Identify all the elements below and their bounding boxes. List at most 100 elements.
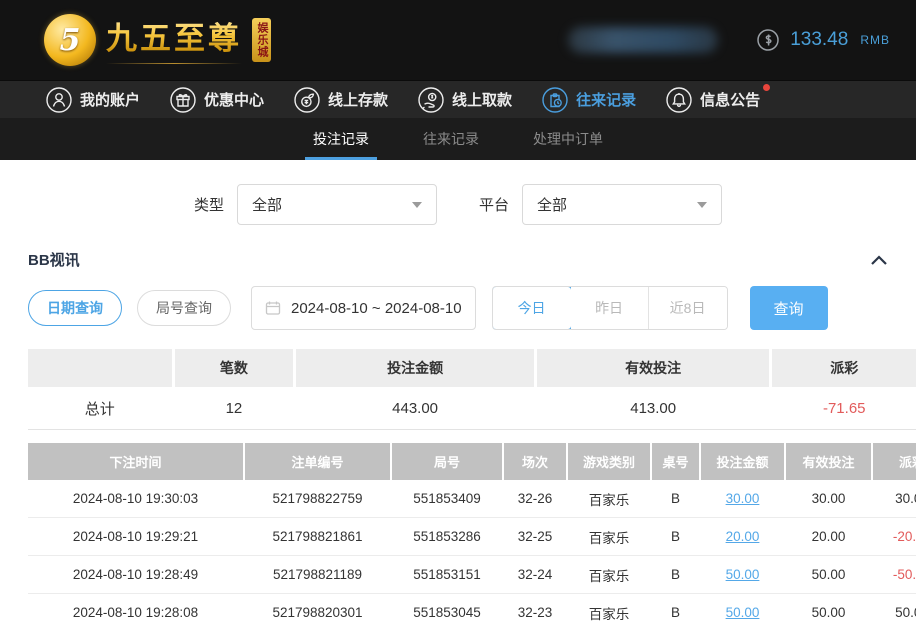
nav-label: 往来记录 [576, 89, 636, 110]
col-bet-time: 下注时间 [28, 443, 243, 480]
sub-tab-bar: 投注记录 往来记录 处理中订单 [0, 118, 916, 160]
type-select[interactable]: 全部 [237, 184, 437, 225]
calendar-icon [265, 300, 281, 316]
section-title: BB视讯 [28, 249, 80, 270]
deposit-icon [294, 87, 320, 113]
cell-order-no: 521798821189 [245, 556, 390, 593]
col-session: 场次 [504, 443, 566, 480]
nav-label: 我的账户 [80, 89, 140, 110]
brand-logo[interactable]: 5 九五至尊 娱乐城 [44, 13, 297, 68]
account-area: 133.48 RMB [568, 27, 890, 53]
records-icon [542, 87, 568, 113]
cell-payout: 50.00 [873, 594, 916, 631]
nav-item-announcements[interactable]: 信息公告 [666, 87, 760, 113]
cell-order-no: 521798821861 [245, 518, 390, 555]
chevron-up-icon[interactable] [870, 254, 888, 266]
date-query-tab[interactable]: 日期查询 [28, 290, 122, 326]
col-bet-amount: 投注金额 [701, 443, 784, 480]
summary-bet-amount: 443.00 [296, 387, 534, 429]
summary-header-payout: 派彩 [772, 349, 916, 387]
cell-payout: -50.00 [873, 556, 916, 593]
balance-amount: 133.48 [790, 29, 848, 51]
nav-item-online-deposit[interactable]: 线上存款 [294, 87, 388, 113]
cell-session: 32-25 [504, 518, 566, 555]
withdraw-icon [418, 87, 444, 113]
brand-badge: 娱乐城 [252, 18, 271, 62]
cell-round-no: 551853286 [392, 518, 502, 555]
nav-item-promotions[interactable]: 优惠中心 [170, 87, 264, 113]
table-row: 2024-08-10 19:28:08 521798820301 5518530… [28, 594, 916, 631]
col-order-no: 注单编号 [245, 443, 390, 480]
table-row: 2024-08-10 19:29:21 521798821861 5518532… [28, 518, 916, 556]
cell-game-type: 百家乐 [568, 556, 650, 593]
filter-row: 类型 全部 平台 全部 [0, 160, 916, 225]
cell-order-no: 521798820301 [245, 594, 390, 631]
content-area: 类型 全部 平台 全部 BB视讯 日期查询 局号查询 2024 [0, 160, 916, 631]
tab-bet-records[interactable]: 投注记录 [311, 118, 371, 160]
cell-round-no: 551853151 [392, 556, 502, 593]
yesterday-button[interactable]: 昨日 [571, 287, 649, 329]
col-table-no: 桌号 [652, 443, 699, 480]
summary-total-row: 总计 12 443.00 413.00 -71.65 [28, 387, 916, 430]
bet-amount-link[interactable]: 20.00 [701, 518, 784, 555]
cell-bet-time: 2024-08-10 19:28:08 [28, 594, 243, 631]
platform-select[interactable]: 全部 [522, 184, 722, 225]
bet-amount-link[interactable]: 30.00 [701, 480, 784, 517]
type-filter-label: 类型 [194, 194, 224, 215]
table-row: 2024-08-10 19:30:03 521798822759 5518534… [28, 480, 916, 518]
round-query-tab[interactable]: 局号查询 [137, 290, 231, 326]
last-8-days-button[interactable]: 近8日 [649, 287, 727, 329]
platform-filter-label: 平台 [479, 194, 509, 215]
cell-game-type: 百家乐 [568, 480, 650, 517]
bb-video-section-header: BB视讯 [28, 249, 888, 270]
cell-payout: -20.00 [873, 518, 916, 555]
cell-table-no: B [652, 480, 699, 517]
bet-records-table: 下注时间 注单编号 局号 场次 游戏类别 桌号 投注金额 有效投注 派彩 202… [28, 443, 916, 631]
summary-header-count: 笔数 [175, 349, 294, 387]
cell-valid-bet: 30.00 [786, 480, 871, 517]
dollar-coin-icon [756, 28, 780, 52]
summary-total-label: 总计 [28, 387, 172, 429]
logo-flourish [106, 60, 242, 68]
chevron-down-icon [412, 202, 422, 208]
cell-valid-bet: 50.00 [786, 594, 871, 631]
col-valid-bet: 有效投注 [786, 443, 871, 480]
tab-transaction-records[interactable]: 往来记录 [421, 118, 481, 160]
summary-header-bet-amount: 投注金额 [296, 349, 534, 387]
nav-item-my-account[interactable]: 我的账户 [46, 87, 140, 113]
brand-name: 九五至尊 [106, 13, 242, 58]
cell-table-no: B [652, 556, 699, 593]
quick-range-group: 今日 昨日 近8日 [492, 286, 728, 330]
summary-table: 笔数 投注金额 有效投注 派彩 总计 12 443.00 413.00 -71.… [28, 349, 916, 430]
username-blurred [568, 27, 718, 53]
bet-amount-link[interactable]: 50.00 [701, 594, 784, 631]
balance-currency: RMB [860, 33, 890, 47]
bell-icon [666, 87, 692, 113]
cell-game-type: 百家乐 [568, 594, 650, 631]
main-nav: 我的账户 优惠中心 线上存款 线上取款 往来记录 [0, 80, 916, 118]
cell-order-no: 521798822759 [245, 480, 390, 517]
user-icon [46, 87, 72, 113]
cell-game-type: 百家乐 [568, 518, 650, 555]
platform-select-value: 全部 [537, 194, 567, 215]
summary-header-empty [28, 349, 172, 387]
nav-label: 线上取款 [452, 89, 512, 110]
cell-table-no: B [652, 594, 699, 631]
tab-pending-orders[interactable]: 处理中订单 [531, 118, 605, 160]
notification-dot [763, 84, 770, 91]
logo-monogram: 5 [60, 23, 81, 58]
today-button[interactable]: 今日 [492, 286, 572, 330]
nav-item-online-withdraw[interactable]: 线上取款 [418, 87, 512, 113]
date-range-input[interactable]: 2024-08-10 ~ 2024-08-10 [251, 286, 476, 330]
col-payout: 派彩 [873, 443, 916, 480]
summary-header-valid-bet: 有效投注 [537, 349, 770, 387]
nav-item-transaction-records[interactable]: 往来记录 [542, 87, 636, 113]
search-button[interactable]: 查询 [750, 286, 828, 330]
gift-icon [170, 87, 196, 113]
summary-payout: -71.65 [772, 387, 916, 429]
nav-label: 优惠中心 [204, 89, 264, 110]
bet-amount-link[interactable]: 50.00 [701, 556, 784, 593]
summary-valid-bet: 413.00 [537, 387, 770, 429]
nav-label: 线上存款 [328, 89, 388, 110]
cell-bet-time: 2024-08-10 19:30:03 [28, 480, 243, 517]
